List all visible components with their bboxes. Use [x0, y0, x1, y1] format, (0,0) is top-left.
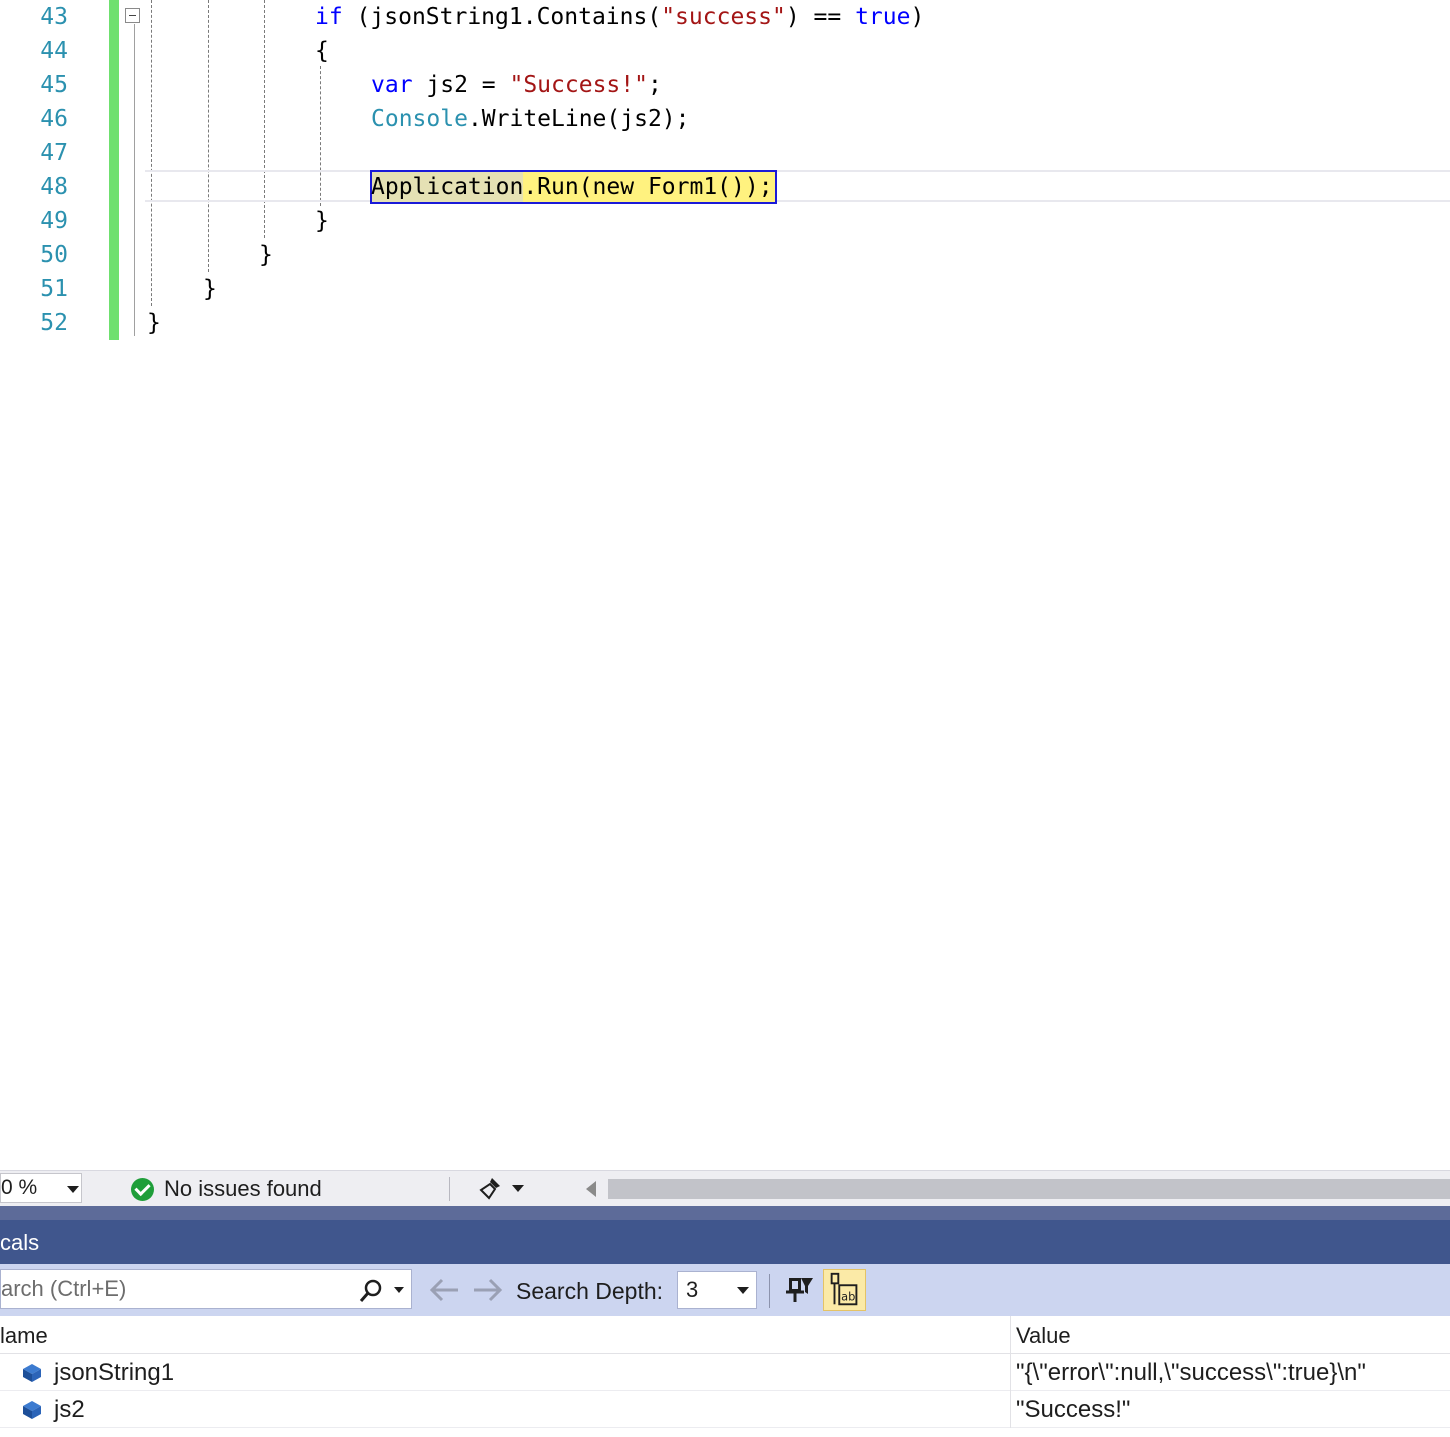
search-depth-label: Search Depth:	[516, 1278, 664, 1304]
code-token: Application.Run(new Form1());	[371, 174, 773, 200]
chevron-down-icon	[737, 1287, 749, 1294]
code-line[interactable]: 43 if (jsonString1.Contains("success") ==…	[0, 0, 1450, 34]
code-token: )	[910, 4, 925, 30]
line-number: 50	[40, 242, 68, 268]
variable-name: js2	[54, 1396, 85, 1423]
code-line[interactable]: 47	[0, 136, 1450, 170]
code-editor[interactable]: 43 if (jsonString1.Contains("success") ==…	[0, 0, 1450, 1170]
code-token: Console	[371, 106, 468, 132]
issues-text: No issues found	[164, 1176, 322, 1201]
code-line[interactable]: 44 {	[0, 34, 1450, 68]
code-line[interactable]: 50}	[0, 238, 1450, 272]
line-number: 49	[40, 208, 68, 234]
locals-title: cals	[0, 1230, 40, 1255]
code-token: "success"	[661, 4, 786, 30]
code-text[interactable]: }	[203, 272, 217, 306]
hex-display-icon: ab	[830, 1272, 858, 1306]
code-token: (jsonString1.Contains(	[342, 4, 662, 30]
code-line[interactable]: 46 Console.WriteLine(js2);	[0, 102, 1450, 136]
line-number: 47	[40, 140, 68, 166]
tool-window-accent	[0, 1206, 1450, 1220]
search-placeholder: arch (Ctrl+E)	[1, 1276, 127, 1301]
code-text[interactable]: }	[147, 306, 161, 340]
field-icon	[23, 1401, 41, 1419]
column-header-value[interactable]: Value	[1016, 1316, 1071, 1356]
code-line[interactable]: 48 Application.Run(new Form1());	[0, 170, 1450, 204]
zoom-value: 0 %	[1, 1176, 38, 1199]
code-text[interactable]: }	[259, 238, 273, 272]
code-token: ) ==	[785, 4, 856, 30]
line-number: 48	[40, 174, 68, 200]
code-token: js2 =	[412, 72, 510, 98]
column-separator	[1010, 1391, 1011, 1428]
line-number: 44	[40, 38, 68, 64]
check-circle-icon	[131, 1177, 154, 1201]
svg-text:ab: ab	[841, 1289, 855, 1303]
code-token: var	[371, 72, 413, 98]
code-line[interactable]: 45 var js2 = "Success!";	[0, 68, 1450, 102]
code-text[interactable]: if (jsonString1.Contains("success") == t…	[315, 0, 924, 34]
variable-value[interactable]: "{\"error\":null,\"success\":true}\n"	[1016, 1354, 1366, 1392]
line-number: 45	[40, 72, 68, 98]
code-text[interactable]: Console.WriteLine(js2);	[371, 102, 690, 136]
issues-indicator[interactable]: No issues found	[131, 1176, 322, 1202]
code-line[interactable]: 51}	[0, 272, 1450, 306]
code-token: "Success!"	[509, 72, 648, 98]
search-depth-dropdown[interactable]: 3	[677, 1271, 757, 1309]
search-input[interactable]: arch (Ctrl+E)	[0, 1269, 412, 1309]
code-token: if	[315, 4, 343, 30]
chevron-down-icon	[67, 1186, 79, 1193]
zoom-dropdown[interactable]: 0 %	[0, 1173, 82, 1203]
table-row[interactable]: js2 "Success!"	[0, 1391, 1450, 1428]
hexadecimal-display-button[interactable]: ab	[823, 1269, 866, 1311]
forward-arrow-icon[interactable]	[470, 1276, 504, 1304]
code-token: }	[259, 242, 273, 268]
locals-title-bar[interactable]: cals	[0, 1220, 1450, 1264]
pin-filter-icon[interactable]	[786, 1274, 814, 1306]
table-row[interactable]: jsonString1 "{\"error\":null,\"success\"…	[0, 1354, 1450, 1391]
column-header-name[interactable]: lame	[0, 1316, 48, 1356]
locals-toolbar: arch (Ctrl+E) Search Depth: 3 ab	[0, 1264, 1450, 1316]
line-number: 51	[40, 276, 68, 302]
field-icon	[23, 1364, 41, 1382]
code-token: }	[315, 208, 329, 234]
code-token: .WriteLine(js2);	[467, 106, 690, 132]
line-number: 43	[40, 4, 68, 30]
separator	[449, 1177, 450, 1201]
back-arrow-icon[interactable]	[428, 1276, 462, 1304]
variable-value[interactable]: "Success!"	[1016, 1391, 1130, 1429]
code-cleanup-icon[interactable]	[478, 1176, 504, 1202]
variable-name: jsonString1	[54, 1359, 175, 1386]
code-token: true	[855, 4, 911, 30]
line-number: 52	[40, 310, 68, 336]
code-text[interactable]: {	[315, 34, 329, 68]
separator	[769, 1274, 770, 1308]
locals-grid-header: lame Value	[0, 1316, 1450, 1354]
code-text[interactable]: }	[315, 204, 329, 238]
code-token: }	[203, 276, 217, 302]
code-text[interactable]: Application.Run(new Form1());	[371, 170, 773, 204]
code-token: {	[315, 38, 329, 64]
editor-status-strip: 0 % No issues found	[0, 1170, 1450, 1206]
chevron-down-icon[interactable]	[394, 1287, 404, 1293]
code-line[interactable]: 49}	[0, 204, 1450, 238]
line-number: 46	[40, 106, 68, 132]
code-text[interactable]: var js2 = "Success!";	[371, 68, 662, 102]
chevron-down-icon[interactable]	[512, 1185, 524, 1192]
code-line[interactable]: 52}	[0, 306, 1450, 340]
code-token: }	[147, 310, 161, 336]
column-separator	[1010, 1354, 1011, 1391]
column-separator[interactable]	[1010, 1316, 1011, 1354]
horizontal-scrollbar[interactable]	[608, 1179, 1450, 1199]
search-icon[interactable]	[358, 1278, 384, 1304]
scroll-left-arrow-icon[interactable]	[586, 1181, 596, 1197]
code-token: ;	[647, 72, 662, 98]
search-depth-value: 3	[686, 1277, 699, 1302]
